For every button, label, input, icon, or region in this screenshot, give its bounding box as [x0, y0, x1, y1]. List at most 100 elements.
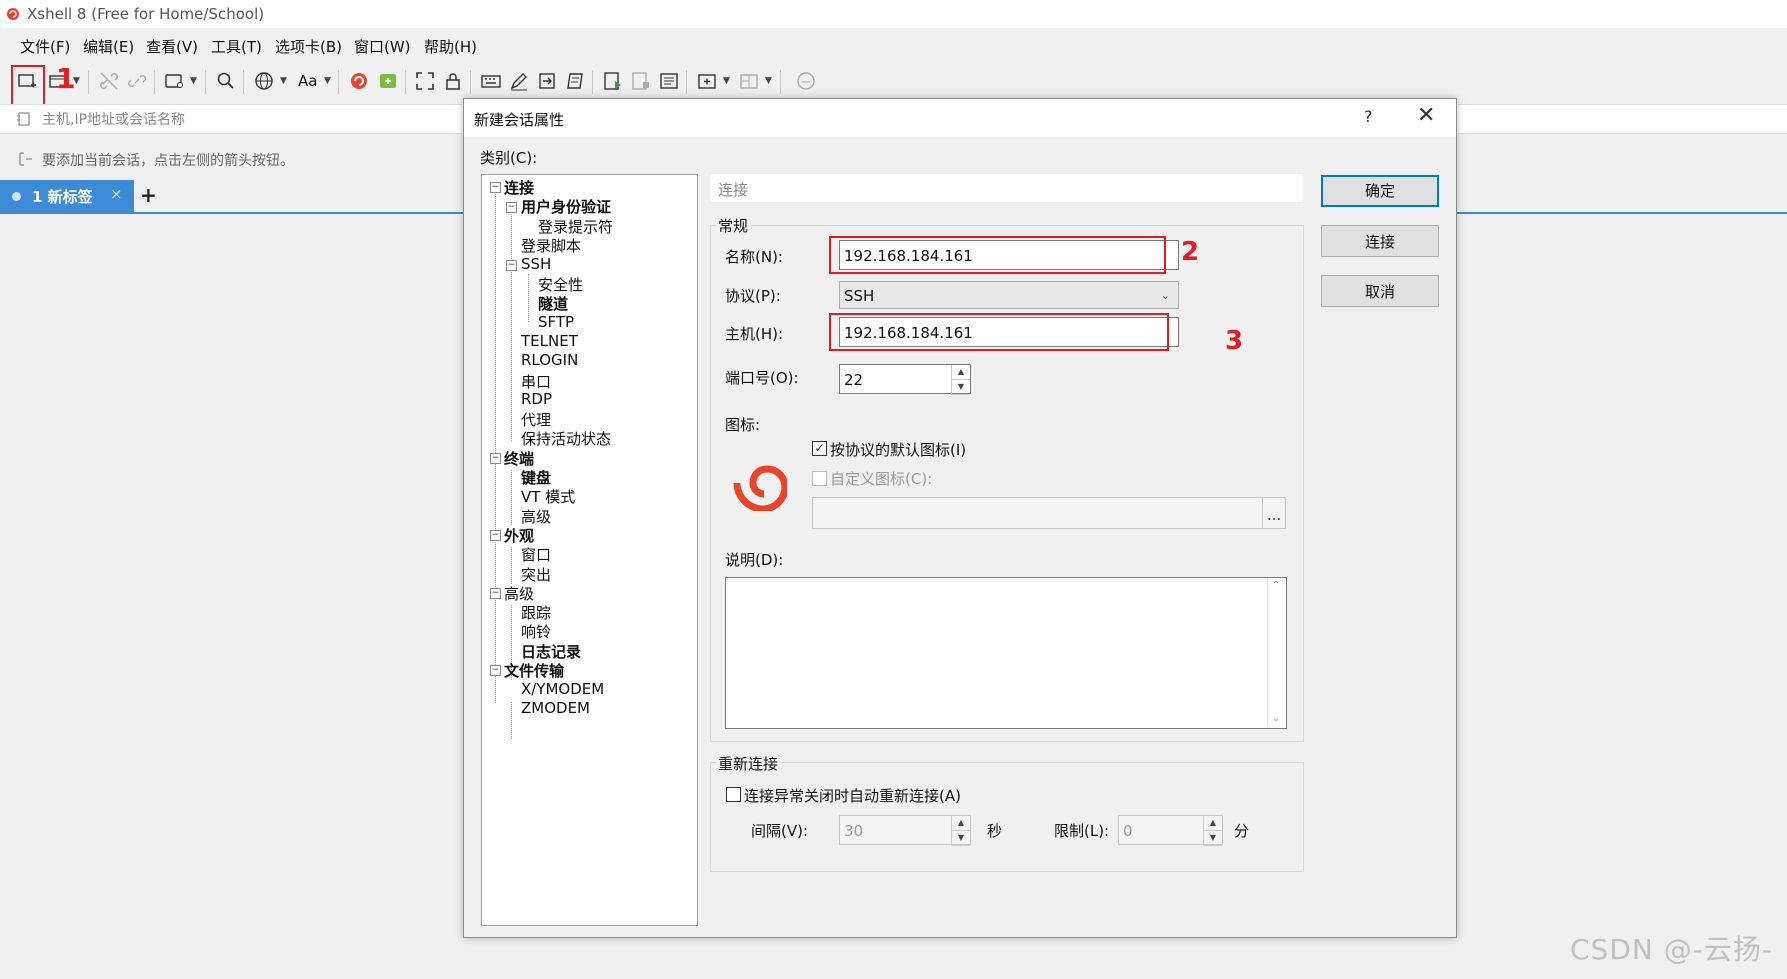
- tree-collapse-toggle[interactable]: −: [490, 665, 501, 676]
- spin-up-icon[interactable]: ▲: [952, 365, 970, 380]
- font-button[interactable]: Aa: [298, 70, 320, 92]
- fullscreen-button[interactable]: [414, 70, 436, 92]
- tree-collapse-toggle[interactable]: −: [490, 182, 501, 193]
- menu-file[interactable]: 文件(F): [20, 36, 70, 57]
- port-spin[interactable]: ▲ ▼: [951, 365, 970, 395]
- lock-button[interactable]: [442, 70, 464, 92]
- menu-view[interactable]: 查看(V): [146, 36, 198, 57]
- address-book-icon[interactable]: [16, 111, 32, 127]
- add-tab-button[interactable]: +: [140, 183, 157, 207]
- tree-item-zmodem[interactable]: ZMODEM: [521, 699, 590, 717]
- start-log-button[interactable]: [602, 70, 624, 92]
- scroll-down-icon[interactable]: ⌄: [1272, 713, 1280, 724]
- limit-spin[interactable]: ▲ ▼: [1203, 816, 1222, 846]
- tree-item-terminal[interactable]: 终端: [504, 448, 534, 469]
- description-textarea[interactable]: ⌃ ⌄: [725, 577, 1287, 729]
- close-icon[interactable]: ✕: [1417, 103, 1435, 128]
- tree-item-highlight[interactable]: 突出: [521, 564, 551, 585]
- chevron-down-icon[interactable]: ▼: [723, 76, 730, 86]
- tree-item-trace[interactable]: 跟踪: [521, 602, 551, 623]
- tree-item-sftp[interactable]: SFTP: [538, 313, 574, 331]
- spin-up-icon[interactable]: ▲: [1204, 816, 1222, 831]
- tree-item-bell[interactable]: 响铃: [521, 621, 551, 642]
- ok-button[interactable]: 确定: [1321, 175, 1439, 207]
- tree-item-login-prompts[interactable]: 登录提示符: [538, 216, 613, 237]
- tree-item-authentication[interactable]: 用户身份验证: [521, 196, 611, 217]
- tree-item-security[interactable]: 安全性: [538, 274, 583, 295]
- tree-collapse-toggle[interactable]: −: [490, 530, 501, 541]
- spin-down-icon[interactable]: ▼: [1204, 831, 1222, 846]
- menu-window[interactable]: 窗口(W): [354, 36, 411, 57]
- default-icon-checkbox[interactable]: ✓: [812, 441, 827, 456]
- tree-item-telnet[interactable]: TELNET: [521, 332, 578, 350]
- port-stepper[interactable]: 22 ▲ ▼: [839, 364, 971, 395]
- chevron-down-icon[interactable]: ▼: [280, 76, 287, 86]
- session-manager-button[interactable]: [164, 70, 186, 92]
- spin-up-icon[interactable]: ▲: [952, 816, 970, 831]
- transfer-button[interactable]: [536, 70, 558, 92]
- browse-button[interactable]: ...: [1262, 498, 1285, 528]
- tab-new[interactable]: 1 新标签 ×: [0, 180, 134, 212]
- spin-down-icon[interactable]: ▼: [952, 831, 970, 846]
- tree-item-file-transfer[interactable]: 文件传输: [504, 660, 564, 681]
- compose-button[interactable]: [508, 70, 530, 92]
- script-button[interactable]: [564, 70, 586, 92]
- spin-down-icon[interactable]: ▼: [952, 380, 970, 395]
- layout-button[interactable]: [738, 70, 760, 92]
- tree-item-proxy[interactable]: 代理: [521, 409, 551, 430]
- tree-item-rdp[interactable]: RDP: [521, 390, 552, 408]
- add-session-arrow-icon[interactable]: [18, 151, 34, 167]
- chat-button[interactable]: [795, 70, 817, 92]
- reconnect-button[interactable]: [126, 70, 148, 92]
- find-button[interactable]: [215, 70, 237, 92]
- tree-item-xymodem[interactable]: X/YMODEM: [521, 680, 604, 698]
- tree-item-advanced[interactable]: 高级: [504, 583, 534, 604]
- tree-item-logging[interactable]: 日志记录: [521, 641, 581, 662]
- disconnect-button[interactable]: [98, 70, 120, 92]
- tree-item-login-scripts[interactable]: 登录脚本: [521, 235, 581, 256]
- tree-item-connection[interactable]: 连接: [504, 177, 534, 198]
- category-tree[interactable]: − 连接 − 用户身份验证 登录提示符 登录脚本 − SSH 安全性 隧道 SF…: [481, 174, 698, 926]
- interval-stepper[interactable]: 30 ▲ ▼: [839, 815, 971, 846]
- tree-item-vt-mode[interactable]: VT 模式: [521, 486, 575, 507]
- menu-tools[interactable]: 工具(T): [211, 36, 262, 57]
- tree-collapse-toggle[interactable]: −: [506, 202, 517, 213]
- limit-stepper[interactable]: 0 ▲ ▼: [1118, 815, 1223, 846]
- interval-spin[interactable]: ▲ ▼: [951, 816, 970, 846]
- tree-item-rlogin[interactable]: RLOGIN: [521, 351, 578, 369]
- tree-item-keyboard[interactable]: 键盘: [521, 467, 551, 488]
- help-button[interactable]: ?: [1364, 107, 1373, 126]
- protocol-select[interactable]: SSH ⌄: [839, 281, 1179, 309]
- tree-collapse-toggle[interactable]: −: [506, 260, 517, 271]
- log-view-button[interactable]: [658, 70, 680, 92]
- connect-button[interactable]: 连接: [1321, 225, 1439, 257]
- menu-tabs[interactable]: 选项卡(B): [275, 36, 342, 57]
- tree-item-keep-alive[interactable]: 保持活动状态: [521, 428, 611, 449]
- xftp-button[interactable]: [377, 70, 399, 92]
- custom-icon-path-input[interactable]: ...: [812, 497, 1286, 529]
- tab-close-icon[interactable]: ×: [110, 185, 123, 203]
- chevron-down-icon[interactable]: ▼: [324, 76, 331, 86]
- xshell-button[interactable]: [348, 70, 370, 92]
- tree-item-window[interactable]: 窗口: [521, 544, 551, 565]
- chevron-down-icon[interactable]: ▼: [765, 76, 772, 86]
- cancel-button[interactable]: 取消: [1321, 275, 1439, 307]
- tree-collapse-toggle[interactable]: −: [490, 453, 501, 464]
- tree-collapse-toggle[interactable]: −: [490, 588, 501, 599]
- tree-item-serial[interactable]: 串口: [521, 371, 551, 392]
- new-tab-group-button[interactable]: [696, 70, 718, 92]
- scroll-up-icon[interactable]: ⌃: [1272, 580, 1280, 591]
- tree-item-tunneling[interactable]: 隧道: [538, 293, 568, 314]
- tree-item-terminal-advanced[interactable]: 高级: [521, 506, 551, 527]
- menu-help[interactable]: 帮助(H): [424, 36, 477, 57]
- menu-edit[interactable]: 编辑(E): [83, 36, 134, 57]
- tree-item-appearance[interactable]: 外观: [504, 525, 534, 546]
- auto-reconnect-checkbox[interactable]: [726, 787, 741, 802]
- chevron-down-icon[interactable]: ▼: [190, 76, 197, 86]
- keyboard-button[interactable]: [480, 70, 502, 92]
- encoding-button[interactable]: [253, 70, 275, 92]
- custom-icon-checkbox[interactable]: [812, 471, 827, 486]
- stop-log-button[interactable]: [630, 70, 652, 92]
- description-scrollbar[interactable]: ⌃ ⌄: [1267, 578, 1286, 726]
- tree-item-ssh[interactable]: SSH: [521, 255, 551, 273]
